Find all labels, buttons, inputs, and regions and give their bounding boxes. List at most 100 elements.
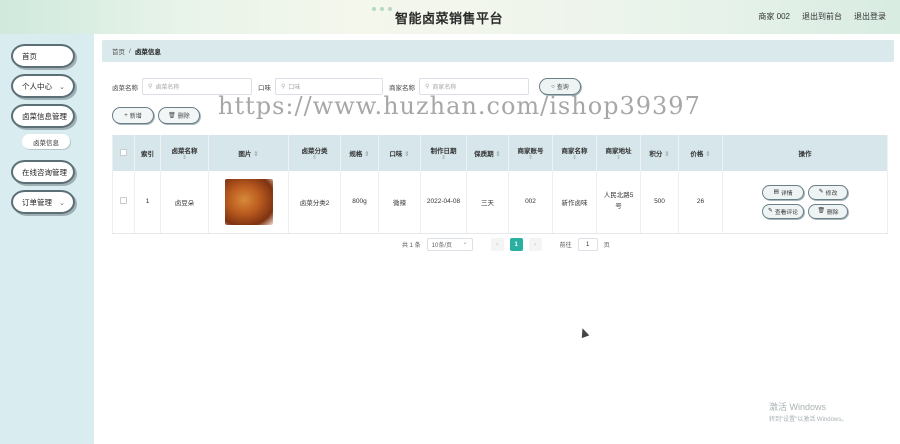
search-icon: ○ <box>551 83 555 90</box>
col-points[interactable]: 积分 ⇕ <box>640 135 679 171</box>
sort-icon[interactable]: ⇕ <box>705 151 710 158</box>
sort-icon[interactable]: ⇕ <box>509 155 552 161</box>
col-taste[interactable]: 口味 ⇕ <box>378 135 421 171</box>
cell-date: 2022-04-08 <box>420 171 467 234</box>
edit-icon: ✎ <box>767 208 773 215</box>
activation-title: 激活 Windows <box>769 402 827 412</box>
cell-points: 500 <box>640 171 679 234</box>
sort-icon[interactable]: ⇕ <box>253 151 258 158</box>
col-name[interactable]: 卤菜名称 ⇕ <box>160 135 209 171</box>
sidebar: 首页 个人中心 ⌄ 卤菜信息管理 ⌃ 卤菜信息 在线咨询管理 订单管理 ⌄ <box>0 34 94 444</box>
table-header-row: 索引 卤菜名称 ⇕ 图片 ⇕ 卤菜分类 ⇕ 规格 ⇕ 口味 ⇕ 制作日期 ⇕ 保质期 … <box>112 135 888 171</box>
dish-name-label: 卤菜名称 <box>112 84 138 92</box>
view-reviews-button[interactable]: ✎ 查看评论 <box>761 203 805 219</box>
chevron-down-icon: ⌄ <box>59 200 65 207</box>
dish-name-placeholder: 卤菜名称 <box>155 85 180 91</box>
windows-activation-notice: 激活 Windows 转到"设置"以激活 Windows。 <box>769 400 847 423</box>
col-shelf[interactable]: 保质期 ⇕ <box>466 135 509 171</box>
sidebar-item-home[interactable]: 首页 <box>11 44 75 68</box>
col-date[interactable]: 制作日期 ⇕ <box>420 135 467 171</box>
breadcrumb: 首页 / 卤菜信息 <box>102 40 894 62</box>
sort-icon[interactable]: ⇕ <box>421 155 466 161</box>
page-size-select[interactable]: 10条/页 <box>426 238 473 251</box>
detail-button[interactable]: ▤ 详情 <box>761 184 805 200</box>
shop-name-label: 商家名称 <box>389 84 415 92</box>
edit-button[interactable]: ✎ 修改 <box>808 184 849 200</box>
shop-name-placeholder: 商家名称 <box>432 85 457 91</box>
view-reviews-label: 查看评论 <box>774 209 799 216</box>
sidebar-subitem-label: 卤菜信息 <box>33 139 59 147</box>
search-icon: ⚲ <box>281 84 286 90</box>
dish-table: 索引 卤菜名称 ⇕ 图片 ⇕ 卤菜分类 ⇕ 规格 ⇕ 口味 ⇕ 制作日期 ⇕ 保质期 … <box>112 135 888 234</box>
back-to-frontend-link[interactable]: 退出到前台 <box>802 11 842 22</box>
edit-icon: ✎ <box>818 189 824 196</box>
batch-delete-button[interactable]: 🗑 删除 <box>158 107 200 124</box>
goto-label: 前往 <box>559 243 572 249</box>
col-spec[interactable]: 规格 ⇕ <box>340 135 379 171</box>
cell-shop: 新作卤味 <box>552 171 597 234</box>
row-checkbox[interactable] <box>120 197 127 205</box>
col-index: 索引 <box>134 135 161 171</box>
prev-page-button[interactable]: ‹ <box>490 238 504 251</box>
sort-icon[interactable]: ⇕ <box>553 155 596 161</box>
row-delete-label: 删除 <box>826 209 839 216</box>
breadcrumb-separator: / <box>129 47 131 55</box>
sidebar-item-profile[interactable]: 个人中心 ⌄ <box>11 74 75 98</box>
sort-icon[interactable]: ⇕ <box>495 151 500 158</box>
col-shop[interactable]: 商家名称 ⇕ <box>552 135 597 171</box>
sidebar-item-order-management[interactable]: 订单管理 ⌄ <box>11 190 75 214</box>
sort-icon[interactable]: ⇕ <box>161 155 208 161</box>
watermark-text: https://www.huzhan.com/ishop39397 <box>218 92 701 120</box>
cell-spec: 800g <box>340 171 379 234</box>
app-title: 智能卤菜销售平台 <box>395 11 504 26</box>
sidebar-item-consult-management[interactable]: 在线咨询管理 <box>11 160 75 184</box>
col-account[interactable]: 商家账号 ⇕ <box>508 135 553 171</box>
sort-icon[interactable]: ⇕ <box>597 155 640 161</box>
sidebar-item-dish-management[interactable]: 卤菜信息管理 ⌃ <box>11 104 75 128</box>
trash-icon: 🗑 <box>168 113 176 119</box>
add-button-label: 新增 <box>129 114 142 120</box>
goto-page-input[interactable]: 1 <box>577 238 598 251</box>
dish-image <box>224 178 273 225</box>
header-user-area: 商家 002 退出到前台 退出登录 <box>758 11 886 22</box>
logout-link[interactable]: 退出登录 <box>854 11 886 22</box>
select-all-checkbox[interactable] <box>120 148 127 156</box>
current-user: 商家 002 <box>758 12 790 21</box>
total-count: 共 1 条 <box>402 243 421 249</box>
chevron-up-icon: ⌃ <box>59 114 65 121</box>
add-button[interactable]: + 新增 <box>112 107 154 124</box>
col-address[interactable]: 商家地址 ⇕ <box>596 135 641 171</box>
row-select-cell[interactable] <box>112 171 135 234</box>
sidebar-item-label: 在线咨询管理 <box>22 167 67 177</box>
sort-icon[interactable]: ⇕ <box>289 155 340 161</box>
col-price[interactable]: 价格 ⇕ <box>678 135 723 171</box>
taste-placeholder: 口味 <box>288 85 301 91</box>
cell-image <box>208 171 289 234</box>
cell-category: 卤菜分类2 <box>288 171 341 234</box>
trash-icon: 🗑 <box>817 208 825 215</box>
delete-button-label: 删除 <box>177 114 190 120</box>
search-icon: ⚲ <box>425 84 430 90</box>
sidebar-item-label: 首页 <box>22 51 37 61</box>
sort-icon[interactable]: ⇕ <box>364 151 369 158</box>
col-operations: 操作 <box>722 135 888 171</box>
sidebar-subitem-dish-info[interactable]: 卤菜信息 <box>22 134 70 149</box>
row-delete-button[interactable]: 🗑 删除 <box>808 203 849 219</box>
next-page-button[interactable]: › <box>528 238 542 251</box>
sort-icon[interactable]: ⇕ <box>664 151 669 158</box>
col-category[interactable]: 卤菜分类 ⇕ <box>288 135 341 171</box>
taste-label: 口味 <box>258 84 271 92</box>
cell-taste: 微辣 <box>378 171 421 234</box>
sort-icon[interactable]: ⇕ <box>404 151 409 158</box>
col-image[interactable]: 图片 ⇕ <box>208 135 289 171</box>
pagination: 共 1 条 10条/页 ‹ 1 › 前往 1 页 <box>402 238 610 251</box>
breadcrumb-home[interactable]: 首页 <box>112 46 125 56</box>
decorative-dots <box>372 7 392 11</box>
sidebar-item-label: 个人中心 <box>22 81 52 91</box>
select-all-cell[interactable] <box>112 135 135 171</box>
cell-operations: ▤ 详情 ✎ 修改 ✎ 查看评论 🗑 删除 <box>722 171 888 234</box>
query-button-label: 查询 <box>556 85 569 91</box>
current-page-button[interactable]: 1 <box>509 238 523 251</box>
edit-button-label: 修改 <box>825 190 838 197</box>
chevron-down-icon: ⌄ <box>59 84 65 91</box>
